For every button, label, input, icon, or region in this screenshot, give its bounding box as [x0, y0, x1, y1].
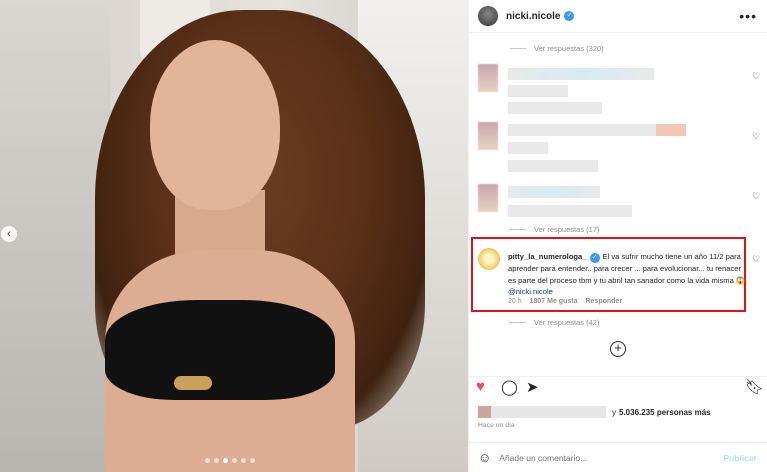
like-comment-icon[interactable]: ♡ — [752, 191, 760, 202]
photo-buckle — [174, 376, 212, 390]
commenter-username[interactable]: pitty_la_numerologa_ — [508, 252, 587, 261]
blurred-text — [508, 205, 632, 217]
load-more-comments-icon[interactable]: + — [610, 341, 626, 357]
view-replies-middle[interactable]: Ver respuestas (17) — [510, 225, 599, 234]
carousel-dot-active — [223, 458, 228, 463]
blurred-text — [508, 102, 602, 114]
like-comment-icon[interactable]: ♡ — [752, 131, 760, 142]
blurred-comment — [478, 64, 753, 114]
add-comment-bar: ☺ Publicar — [468, 442, 767, 472]
like-comment-icon[interactable]: ♡ — [752, 254, 760, 265]
view-replies-label: Ver respuestas (17) — [534, 225, 600, 234]
more-options-icon[interactable]: ••• — [739, 8, 757, 24]
blurred-text — [656, 124, 686, 136]
likes-summary[interactable]: y 5.036.235 personas más — [478, 406, 711, 418]
like-icon[interactable]: ♥ — [476, 378, 485, 395]
replies-line — [510, 229, 526, 230]
replies-line — [510, 48, 526, 49]
comment-time: 20 h — [508, 298, 522, 305]
blurred-comment — [478, 122, 753, 172]
view-replies-bottom[interactable]: Ver respuestas (42) — [510, 318, 599, 327]
comment-likes[interactable]: 1807 Me gusta — [530, 298, 578, 305]
blurred-text — [508, 68, 654, 80]
highlighted-comment-text: pitty_la_numerologa_ ✓ El va sufrir mucho … — [508, 251, 748, 298]
post-photo[interactable]: ‹ — [0, 0, 468, 472]
comment-icon[interactable]: ◯ — [501, 378, 518, 396]
blurred-text — [508, 160, 598, 172]
carousel-dots — [205, 458, 255, 463]
carousel-dot — [205, 458, 210, 463]
blurred-text — [508, 186, 600, 198]
publish-button[interactable]: Publicar — [723, 453, 757, 463]
share-icon[interactable]: ➤ — [526, 378, 539, 396]
instagram-post-view: ‹ nicki.nicole ✓ ••• Ver respuestas (320… — [0, 0, 767, 472]
save-icon[interactable]: 🔖︎ — [745, 378, 764, 396]
author-avatar[interactable] — [478, 6, 498, 26]
blurred-liker-names — [478, 406, 606, 418]
post-time: Hace un día — [478, 422, 515, 429]
author-username[interactable]: nicki.nicole — [506, 11, 560, 22]
carousel-dot — [232, 458, 237, 463]
blurred-comment — [478, 184, 753, 224]
view-replies-top[interactable]: Ver respuestas (320) — [510, 44, 604, 53]
carousel-dot — [241, 458, 246, 463]
likes-prefix: y — [612, 407, 616, 417]
reply-button[interactable]: Responder — [585, 298, 622, 305]
mention-link[interactable]: @nicki.nicole — [508, 287, 553, 296]
carousel-dot — [214, 458, 219, 463]
verified-badge-icon: ✓ — [589, 253, 600, 263]
verified-badge-icon: ✓ — [564, 11, 575, 21]
comment-input[interactable] — [499, 452, 724, 463]
blurred-text — [508, 85, 568, 97]
view-replies-label: Ver respuestas (42) — [534, 318, 600, 327]
likes-count[interactable]: 5.036.235 personas más — [619, 408, 711, 417]
blurred-avatar — [478, 64, 498, 92]
emoji-icon[interactable]: ☺ — [478, 450, 491, 465]
photo-bikini-top — [105, 300, 335, 400]
replies-line — [510, 322, 526, 323]
blurred-avatar — [478, 122, 498, 150]
like-comment-icon[interactable]: ♡ — [752, 71, 760, 82]
photo-face — [150, 40, 280, 210]
blurred-avatar — [478, 184, 498, 212]
post-header: nicki.nicole ✓ ••• — [469, 0, 767, 33]
commenter-avatar[interactable] — [478, 248, 500, 270]
comment-meta: 20 h 1807 Me gusta Responder — [508, 298, 622, 305]
previous-photo-button[interactable]: ‹ — [1, 226, 17, 242]
carousel-dot — [250, 458, 255, 463]
view-replies-label: Ver respuestas (320) — [534, 44, 604, 53]
blurred-text — [508, 124, 658, 136]
blurred-text — [508, 142, 548, 154]
